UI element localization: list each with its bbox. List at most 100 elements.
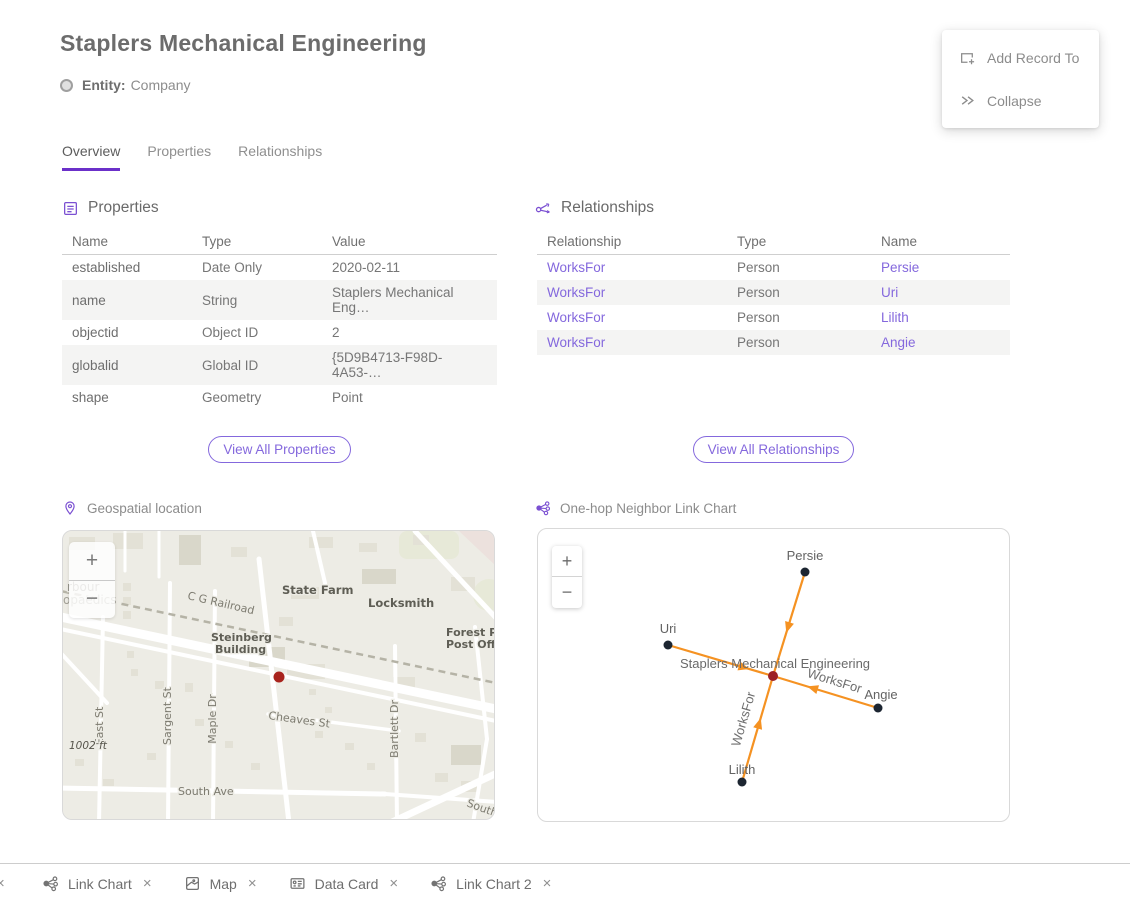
- view-tab-label: Data Card: [315, 876, 379, 892]
- table-row: WorksForPersonPersie: [537, 255, 1010, 281]
- link-chart-canvas: WorksForWorksForPersieUriAngieLilithStap…: [538, 529, 1010, 822]
- cell: established: [62, 255, 192, 281]
- cell: Geometry: [192, 385, 322, 410]
- view-tab-label: Map: [210, 876, 237, 892]
- link-chart-icon: [535, 500, 551, 516]
- close-icon[interactable]: ×: [543, 875, 552, 892]
- cell: shape: [62, 385, 192, 410]
- tab-properties[interactable]: Properties: [147, 143, 211, 171]
- map-label: Post Offic: [446, 638, 495, 651]
- geospatial-section-header: Geospatial location: [62, 500, 202, 516]
- map-zoom-control: + −: [69, 542, 115, 618]
- data-card-icon: [289, 875, 306, 892]
- link-chart-section-header: One-hop Neighbor Link Chart: [535, 500, 736, 516]
- one-hop-link-chart[interactable]: WorksForWorksForPersieUriAngieLilithStap…: [537, 528, 1010, 822]
- node-lilith[interactable]: [738, 778, 747, 787]
- view-all-relationships-button[interactable]: View All Relationships: [693, 436, 855, 463]
- entity-label: Entity:: [82, 77, 126, 93]
- table-row: establishedDate Only2020-02-11: [62, 255, 497, 281]
- node-center[interactable]: [768, 671, 778, 681]
- cell: Point: [322, 385, 497, 410]
- cell-link[interactable]: WorksFor: [537, 305, 727, 330]
- close-icon[interactable]: ×: [248, 875, 257, 892]
- menu-item-add-record-to[interactable]: Add Record To: [942, 36, 1099, 79]
- map-zoom-in-button[interactable]: +: [69, 542, 115, 581]
- cell: Person: [727, 280, 871, 305]
- view-tab-label: Link Chart 2: [456, 876, 531, 892]
- geospatial-section-title: Geospatial location: [87, 501, 202, 516]
- view-all-properties-button[interactable]: View All Properties: [208, 436, 350, 463]
- view-tab-map[interactable]: Map ×: [184, 875, 257, 892]
- cell-link[interactable]: Angie: [871, 330, 1010, 355]
- column-header: Name: [62, 229, 192, 255]
- column-header: Relationship: [537, 229, 727, 255]
- table-row: globalidGlobal ID{5D9B4713-F98D-4A53-…: [62, 345, 497, 385]
- table-row: nameStringStaplers Mechanical Eng…: [62, 280, 497, 320]
- view-tab-link-chart-2[interactable]: Link Chart 2 ×: [430, 875, 551, 892]
- rel-table: RelationshipTypeNameWorksForPersonPersie…: [537, 229, 1010, 355]
- column-header: Type: [192, 229, 322, 255]
- cell: String: [192, 280, 322, 320]
- link-chart-icon: [42, 875, 59, 892]
- page-title: Staplers Mechanical Engineering: [60, 30, 427, 57]
- bottom-tab-bar: × Link Chart × Map × Data Card × Link Chart 2 ×: [0, 863, 1130, 903]
- geospatial-map[interactable]: rbouropaedicsC G RailroadState FarmLocks…: [62, 530, 495, 820]
- column-header: Name: [871, 229, 1010, 255]
- close-icon[interactable]: ×: [389, 875, 398, 892]
- properties-table: NameTypeValueestablishedDate Only2020-02…: [62, 229, 497, 410]
- chart-zoom-out-button[interactable]: −: [552, 577, 582, 608]
- node-label: Uri: [660, 621, 677, 636]
- link-chart-section-title: One-hop Neighbor Link Chart: [560, 501, 736, 516]
- node-label: Angie: [864, 687, 897, 702]
- view-tab-label: Link Chart: [68, 876, 132, 892]
- cell-link[interactable]: WorksFor: [537, 330, 727, 355]
- map-label: State Farm: [282, 583, 353, 597]
- map-canvas: rbouropaedicsC G RailroadState FarmLocks…: [63, 531, 495, 820]
- cell: Date Only: [192, 255, 322, 281]
- properties-section-title: Properties: [88, 199, 159, 217]
- tab-overview[interactable]: Overview: [62, 143, 120, 171]
- tab-relationships[interactable]: Relationships: [238, 143, 322, 171]
- node-angie[interactable]: [874, 704, 883, 713]
- map-label: Building: [215, 643, 266, 656]
- map-label: 1002 ft: [69, 740, 108, 752]
- cell: Global ID: [192, 345, 322, 385]
- column-header: Value: [322, 229, 497, 255]
- relationships-table: RelationshipTypeNameWorksForPersonPersie…: [537, 229, 1010, 355]
- node-label: Lilith: [729, 762, 756, 777]
- entity-type-icon: [60, 79, 73, 92]
- entity-row: Entity: Company: [60, 77, 190, 93]
- cell: Object ID: [192, 320, 322, 345]
- edge-arrow-icon: [753, 718, 762, 730]
- cell-link[interactable]: WorksFor: [537, 255, 727, 281]
- view-tab-data-card[interactable]: Data Card ×: [289, 875, 399, 892]
- close-icon[interactable]: ×: [143, 875, 152, 892]
- node-persie[interactable]: [801, 568, 810, 577]
- map-pin-icon: [62, 500, 78, 516]
- map-label: Sargent St: [161, 686, 174, 745]
- table-row: WorksForPersonUri: [537, 280, 1010, 305]
- cell-link[interactable]: Persie: [871, 255, 1010, 281]
- map-label: Maple Dr: [206, 694, 219, 744]
- chart-zoom-in-button[interactable]: +: [552, 546, 582, 577]
- view-tab-link-chart[interactable]: Link Chart ×: [42, 875, 152, 892]
- menu-item-label: Collapse: [987, 93, 1041, 109]
- close-icon[interactable]: ×: [0, 875, 10, 892]
- node-uri[interactable]: [664, 641, 673, 650]
- menu-item-collapse[interactable]: Collapse: [942, 79, 1099, 122]
- map-zoom-out-button[interactable]: −: [69, 581, 115, 619]
- map-marker[interactable]: [274, 672, 285, 683]
- table-row: objectidObject ID2: [62, 320, 497, 345]
- cell-link[interactable]: Lilith: [871, 305, 1010, 330]
- cell: objectid: [62, 320, 192, 345]
- cell: name: [62, 280, 192, 320]
- properties-icon: [62, 200, 79, 217]
- cell: Person: [727, 305, 871, 330]
- add-record-icon: [959, 49, 976, 66]
- cell-link[interactable]: WorksFor: [537, 280, 727, 305]
- cell: 2020-02-11: [322, 255, 497, 281]
- cell-link[interactable]: Uri: [871, 280, 1010, 305]
- map-label: Locksmith: [368, 596, 434, 610]
- relationships-section-header: Relationships: [535, 199, 654, 217]
- map-icon: [184, 875, 201, 892]
